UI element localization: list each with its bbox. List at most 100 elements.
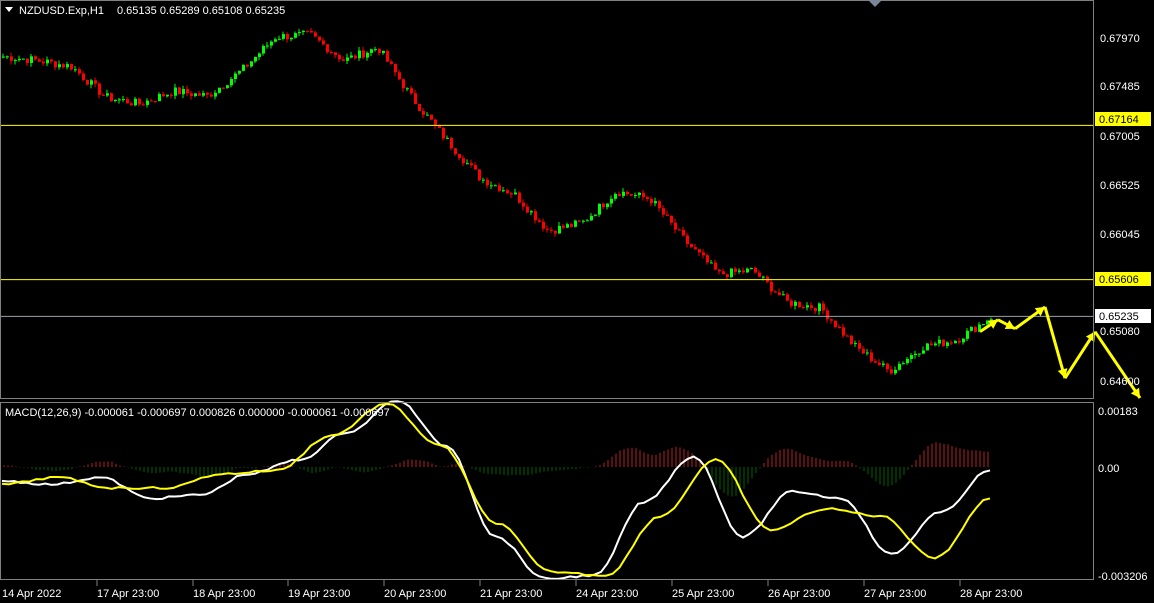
candle bbox=[82, 73, 85, 80]
candle bbox=[906, 358, 909, 364]
time-label: 24 Apr 23:00 bbox=[576, 588, 638, 600]
candle bbox=[226, 85, 229, 88]
price-tick: 0.66525 bbox=[1100, 180, 1140, 192]
macd-histogram bbox=[3, 442, 989, 497]
candle bbox=[222, 87, 225, 89]
candle bbox=[542, 221, 545, 229]
candle bbox=[562, 225, 565, 228]
candle bbox=[794, 301, 797, 306]
candle bbox=[806, 305, 809, 308]
candle bbox=[598, 203, 601, 215]
candle bbox=[214, 92, 217, 97]
candle bbox=[494, 185, 497, 187]
candle bbox=[646, 197, 649, 199]
projection-segment bbox=[1043, 306, 1067, 379]
candle bbox=[374, 49, 377, 51]
candle bbox=[530, 211, 533, 213]
main-price-pane[interactable] bbox=[0, 28, 1142, 399]
price-tick: 0.67485 bbox=[1100, 81, 1140, 93]
candle bbox=[982, 324, 985, 326]
candle bbox=[86, 79, 89, 85]
candle bbox=[502, 190, 505, 192]
candle bbox=[614, 193, 617, 199]
candle bbox=[62, 64, 65, 68]
candle bbox=[142, 104, 145, 106]
macd-pane[interactable] bbox=[1, 400, 991, 580]
candle bbox=[386, 50, 389, 62]
candle bbox=[246, 64, 249, 67]
candle bbox=[650, 198, 653, 204]
candle bbox=[238, 70, 241, 74]
candle bbox=[434, 119, 437, 125]
svg-text:0.65606: 0.65606 bbox=[1099, 274, 1139, 286]
time-axis: 14 Apr 2022 17 Apr 23:00 18 Apr 23:00 19… bbox=[2, 580, 1022, 600]
candle bbox=[666, 214, 669, 216]
candle bbox=[810, 305, 813, 308]
candle bbox=[654, 201, 657, 204]
candle bbox=[758, 272, 761, 277]
time-label: 19 Apr 23:00 bbox=[288, 588, 350, 600]
svg-text:0.67164: 0.67164 bbox=[1099, 114, 1139, 126]
price-chart[interactable]: NZDUSD.Exp,H1 0.65135 0.65289 0.65108 0.… bbox=[0, 0, 1154, 603]
main-pane-frame bbox=[0, 0, 1094, 399]
candle bbox=[702, 252, 705, 256]
candle bbox=[218, 87, 221, 93]
candle bbox=[26, 58, 29, 63]
candle bbox=[170, 94, 173, 96]
candle bbox=[266, 45, 269, 47]
time-label: 17 Apr 23:00 bbox=[97, 588, 159, 600]
candle bbox=[14, 60, 17, 62]
candle bbox=[330, 52, 333, 54]
candle bbox=[522, 202, 525, 207]
candle bbox=[370, 49, 373, 53]
candle bbox=[426, 114, 429, 116]
candle bbox=[550, 229, 553, 231]
candle bbox=[802, 307, 805, 309]
macd-label: MACD(12,26,9) -0.000061 -0.000697 0.0008… bbox=[5, 407, 390, 419]
ohlc-values: 0.65135 0.65289 0.65108 0.65235 bbox=[117, 5, 285, 17]
pane-divider-handle-icon[interactable] bbox=[868, 0, 882, 7]
candle bbox=[762, 276, 765, 278]
candle bbox=[626, 191, 629, 195]
candle bbox=[594, 214, 597, 216]
candle bbox=[554, 230, 557, 234]
candle bbox=[42, 61, 45, 64]
current-price-tag: 0.65235 bbox=[1095, 309, 1151, 323]
candle bbox=[570, 224, 573, 227]
candle bbox=[858, 343, 861, 349]
candle bbox=[310, 31, 313, 33]
candle bbox=[338, 55, 341, 60]
candle bbox=[722, 271, 725, 275]
candle bbox=[198, 93, 201, 96]
candle bbox=[734, 268, 737, 272]
candle bbox=[586, 220, 589, 222]
candle bbox=[358, 50, 361, 59]
candle bbox=[946, 342, 949, 346]
candle bbox=[778, 292, 781, 296]
candle bbox=[662, 208, 665, 215]
candle bbox=[314, 32, 317, 37]
candle bbox=[50, 59, 53, 62]
candle bbox=[934, 343, 937, 346]
candle bbox=[326, 44, 329, 53]
upper-level-tag: 0.67164 bbox=[1095, 112, 1151, 126]
candle bbox=[894, 369, 897, 374]
candle bbox=[846, 335, 849, 337]
candle bbox=[774, 291, 777, 293]
candle bbox=[582, 220, 585, 222]
candle bbox=[694, 247, 697, 250]
candle bbox=[134, 98, 137, 106]
candle bbox=[158, 94, 161, 102]
candle bbox=[838, 326, 841, 328]
candle bbox=[206, 93, 209, 95]
candle bbox=[350, 55, 353, 58]
candle bbox=[402, 79, 405, 89]
macd-tick: -0.003206 bbox=[1098, 571, 1148, 583]
candle bbox=[966, 330, 969, 339]
candle bbox=[286, 34, 289, 40]
candle bbox=[886, 363, 889, 370]
candle bbox=[478, 169, 481, 181]
candle bbox=[182, 89, 185, 95]
collapse-triangle-icon[interactable] bbox=[5, 7, 13, 12]
macd-tick: 0.00183 bbox=[1098, 406, 1138, 418]
